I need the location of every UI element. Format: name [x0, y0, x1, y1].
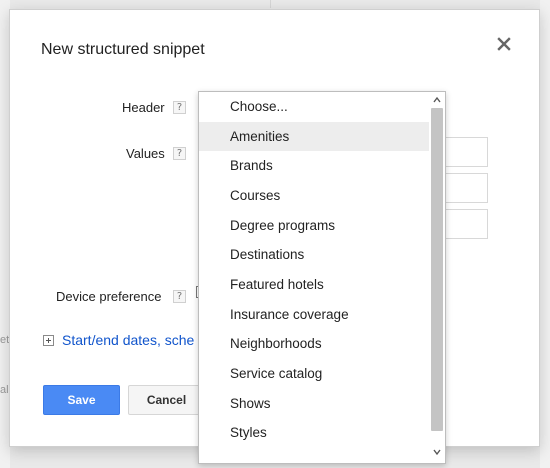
help-icon[interactable]: ? [173, 101, 186, 114]
save-button[interactable]: Save [43, 385, 120, 415]
header-label: Header [122, 100, 165, 115]
background-text: al [0, 384, 9, 396]
device-preference-label: Device preference [56, 289, 162, 304]
help-icon[interactable]: ? [173, 290, 186, 303]
expand-plus-icon[interactable] [43, 334, 54, 346]
dropdown-option[interactable]: Neighborhoods [199, 329, 429, 358]
header-dropdown-list[interactable]: Choose... Amenities Brands Courses Degre… [198, 91, 446, 464]
background-divider [270, 0, 271, 8]
dropdown-option[interactable]: Brands [199, 151, 429, 180]
dropdown-option[interactable]: Styles [199, 418, 429, 447]
scrollbar-thumb[interactable] [431, 108, 443, 431]
background-text: et [0, 334, 10, 346]
close-icon[interactable] [496, 36, 512, 52]
background-right-panel [540, 0, 550, 468]
advanced-options-row[interactable]: Start/end dates, sche [43, 332, 194, 348]
dropdown-option[interactable]: Choose... [199, 92, 429, 121]
dropdown-option[interactable]: Destinations [199, 240, 429, 269]
help-icon[interactable]: ? [173, 147, 186, 160]
dropdown-scrollbar[interactable] [429, 92, 445, 463]
values-label: Values [126, 146, 165, 161]
dropdown-option[interactable]: Insurance coverage [199, 300, 429, 329]
dropdown-option[interactable]: Featured hotels [199, 270, 429, 299]
dropdown-option[interactable]: Courses [199, 181, 429, 210]
schedule-options-link[interactable]: Start/end dates, sche [62, 332, 194, 348]
dropdown-option[interactable]: Amenities [199, 122, 429, 151]
dropdown-option[interactable]: Service catalog [199, 359, 429, 388]
chevron-down-icon[interactable] [432, 447, 442, 457]
dropdown-option[interactable]: Shows [199, 389, 429, 418]
dropdown-option[interactable]: Degree programs [199, 211, 429, 240]
chevron-up-icon[interactable] [432, 95, 442, 105]
cancel-button[interactable]: Cancel [128, 385, 205, 415]
dialog-title: New structured snippet [41, 41, 205, 58]
